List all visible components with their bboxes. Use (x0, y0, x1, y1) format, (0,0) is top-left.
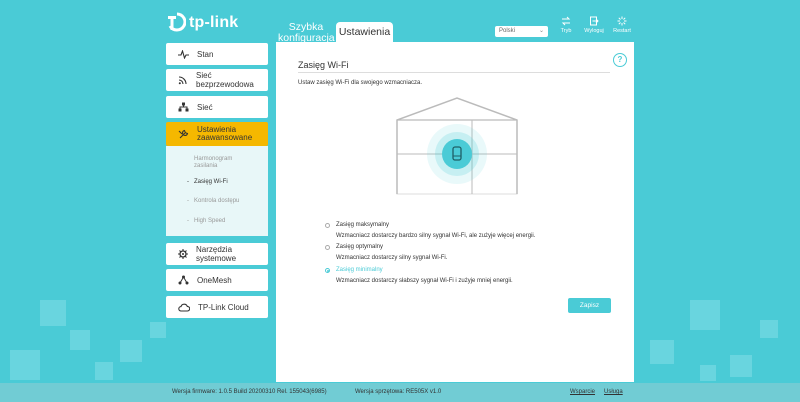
radio-max-coverage[interactable] (325, 223, 330, 228)
sidebar-item-network[interactable]: Sieć (166, 96, 268, 118)
logo-text: tp-link (189, 14, 239, 31)
network-icon (178, 102, 189, 112)
option-label: Zasięg maksymalny (336, 222, 390, 228)
subitem-label-line1: Harmonogram (194, 156, 233, 162)
sidebar-item-status[interactable]: Stan (166, 43, 268, 65)
wifi-icon (178, 76, 187, 85)
pulse-icon (178, 49, 189, 59)
footer: Wersja firmware: 1.0.5 Build 20200310 Re… (0, 383, 800, 402)
sidebar-subpanel: Harmonogram zasilania - Zasięg Wi-Fi - K… (166, 146, 268, 236)
tp-link-logo-icon (168, 12, 186, 32)
background-pattern (730, 355, 752, 377)
save-button[interactable]: Zapisz (568, 298, 611, 313)
subitem-label: Kontrola dostępu (194, 198, 240, 204)
main-content: Zasięg Wi-Fi ? Ustaw zasięg Wi-Fi dla sw… (276, 42, 634, 382)
subitem-label: Zasięg Wi-Fi (194, 179, 228, 185)
mode-swap-icon (561, 16, 571, 26)
background-pattern (95, 362, 113, 380)
sidebar-item-label: Ustawienia zaawansowane (197, 125, 253, 143)
logout-icon (590, 16, 599, 26)
tab-settings[interactable]: Ustawienia (336, 22, 393, 42)
logout-label: Wyloguj (584, 28, 604, 34)
radio-min-coverage[interactable] (325, 268, 330, 273)
background-pattern (10, 350, 40, 380)
sidebar-item-advanced[interactable]: Ustawienia zaawansowane (166, 122, 268, 146)
tp-link-logo: tp-link (166, 12, 238, 34)
option-label: Zasięg optymalny (336, 244, 384, 250)
coverage-illustration (396, 97, 518, 195)
background-pattern (700, 365, 716, 381)
page-description: Ustaw zasięg Wi-Fi dla swojego wzmacniac… (298, 80, 423, 86)
restart-label: Restart (613, 28, 631, 34)
background-pattern (70, 330, 90, 350)
subitem-label-line2: zasilania (194, 163, 218, 169)
background-pattern (650, 340, 674, 364)
radio-optimal-coverage[interactable] (325, 245, 330, 250)
sidebar-item-tplink-cloud[interactable]: TP-Link Cloud (166, 296, 268, 318)
tools-icon (178, 129, 189, 138)
subitem-label: High Speed (194, 218, 226, 224)
sidebar-item-label: TP-Link Cloud (198, 302, 249, 312)
sidebar-item-label: OneMesh (197, 275, 232, 285)
sidebar-item-label: Sieć bezprzewodowa (196, 71, 254, 89)
sidebar-item-onemesh[interactable]: OneMesh (166, 269, 268, 291)
sidebar-item-wireless[interactable]: Sieć bezprzewodowa (166, 69, 268, 91)
sidebar-subitem-wifi-coverage[interactable]: - Zasięg Wi-Fi (187, 179, 228, 186)
tab-quick-setup[interactable]: Szybka konfiguracja (278, 22, 335, 44)
sidebar-item-label: Stan (197, 49, 214, 59)
option-description: Wzmacniacz dostarczy bardzo silny sygnał… (336, 233, 536, 239)
mode-button[interactable]: Tryb (552, 16, 580, 34)
option-description: Wzmacniacz dostarczy słabszy sygnał Wi-F… (336, 278, 513, 284)
help-icon[interactable]: ? (613, 53, 627, 67)
background-pattern (760, 320, 778, 338)
firmware-version: Wersja firmware: 1.0.5 Build 20200310 Re… (172, 389, 327, 395)
background-pattern (40, 300, 66, 326)
title-divider (298, 72, 610, 73)
sidebar-subitem-access-control[interactable]: - Kontrola dostępu (187, 198, 240, 205)
background-pattern (150, 322, 166, 338)
option-label: Zasięg minimalny (336, 267, 383, 273)
hardware-version: Wersja sprzętowa: RE505X v1.0 (355, 389, 442, 395)
sidebar-item-label: Narzędzia systemowe (196, 245, 237, 263)
chevron-down-icon: ⌄ (538, 28, 544, 34)
gear-icon (178, 249, 188, 259)
page-title: Zasięg Wi-Fi (298, 60, 349, 70)
restart-button[interactable]: Restart (608, 16, 636, 34)
cloud-icon (178, 303, 190, 312)
background-pattern (120, 340, 142, 362)
sidebar-label-line2: zaawansowane (197, 133, 253, 142)
language-select[interactable]: Polski ⌄ (495, 26, 548, 37)
current-marker: - (187, 179, 189, 185)
sidebar-item-label: Sieć (197, 102, 213, 112)
support-link[interactable]: Wsparcie (570, 389, 595, 395)
sidebar-subitem-power-schedule[interactable]: Harmonogram zasilania (194, 156, 232, 170)
logout-button[interactable]: Wyloguj (580, 16, 608, 34)
service-link[interactable]: Usługa (604, 389, 623, 395)
restart-icon (617, 16, 627, 26)
option-description: Wzmacniacz dostarczy silny sygnał Wi-Fi. (336, 255, 448, 261)
mode-label: Tryb (560, 28, 572, 34)
sidebar-subitem-high-speed[interactable]: - High Speed (187, 218, 226, 225)
language-value: Polski (499, 28, 516, 34)
mesh-icon (178, 275, 189, 285)
sidebar-item-system-tools[interactable]: Narzędzia systemowe (166, 243, 268, 265)
item-marker: - (187, 198, 189, 204)
item-marker: - (187, 218, 189, 224)
background-pattern (690, 300, 720, 330)
